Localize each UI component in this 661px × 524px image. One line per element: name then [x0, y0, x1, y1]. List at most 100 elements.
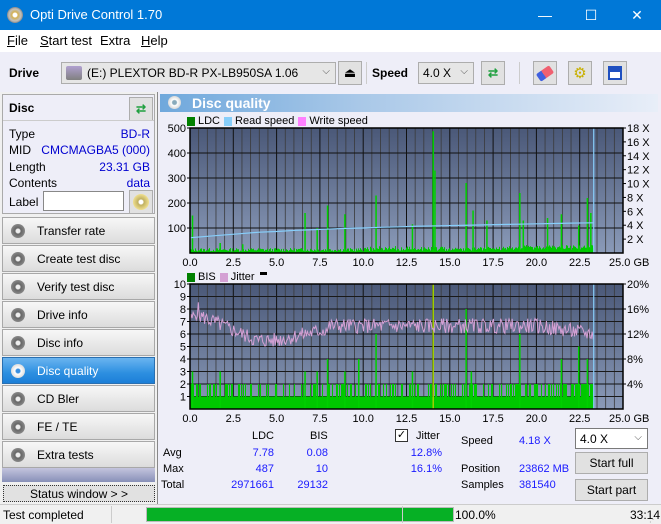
spike-bar: [434, 170, 436, 253]
bar: [265, 396, 266, 409]
minimize-button[interactable]: —: [522, 0, 568, 30]
bar: [548, 384, 549, 409]
label-apply-button[interactable]: [129, 190, 153, 214]
close-button[interactable]: ✕: [614, 0, 660, 30]
bar: [480, 396, 481, 409]
y-tick-label: 7: [180, 317, 186, 329]
bar: [455, 247, 456, 253]
spike-bar: [411, 224, 414, 253]
nav-label: Verify test disc: [37, 279, 115, 294]
disc-refresh-button[interactable]: ⇄: [129, 97, 153, 121]
start-full-button[interactable]: Start full: [575, 452, 648, 474]
y-tick-label: 300: [168, 173, 186, 185]
bar: [544, 396, 545, 409]
bar: [281, 396, 282, 409]
bar: [250, 384, 251, 409]
menu-extra[interactable]: Extra: [100, 33, 130, 48]
nav-disc-info[interactable]: Disc info: [2, 329, 155, 356]
resize-grip-icon[interactable]: ⋰: [649, 515, 657, 524]
bar: [489, 247, 490, 253]
menu-file[interactable]: File: [7, 33, 28, 48]
bar: [417, 384, 418, 409]
nav-label: FE / TE: [37, 419, 78, 434]
eject-button[interactable]: ⏏: [338, 61, 362, 85]
drive-label: Drive: [9, 66, 40, 80]
nav-transfer-rate[interactable]: Transfer rate: [2, 217, 155, 244]
drive-select[interactable]: (E:) PLEXTOR BD-R PX-LB950SA 1.06 ⌵: [61, 62, 336, 84]
nav-extra-tests[interactable]: Extra tests: [2, 441, 155, 468]
bar: [381, 247, 382, 253]
nav-drive-info[interactable]: Drive info: [2, 301, 155, 328]
settings-button[interactable]: ⚙: [568, 61, 592, 85]
speed-select[interactable]: 4.0 X ⌵: [418, 62, 474, 84]
bar: [455, 384, 456, 409]
status-window-button[interactable]: Status window > >: [3, 485, 155, 502]
bar: [582, 247, 583, 253]
bar: [543, 396, 544, 409]
bar: [332, 384, 333, 409]
start-part-button[interactable]: Start part: [575, 479, 648, 501]
bis-chart: 10987654321 20% 16% 12% 8% 4% 0.0 2.5 5.0 7.5 10.0…: [174, 279, 650, 424]
bar: [364, 396, 365, 409]
label-input[interactable]: [43, 191, 124, 211]
bar: [331, 396, 332, 409]
bar: [338, 396, 339, 409]
bar: [480, 247, 481, 253]
max-label: Max: [163, 463, 184, 475]
save-button[interactable]: [603, 61, 627, 85]
bar: [427, 396, 428, 409]
bar: [306, 396, 307, 409]
jitter-checkbox[interactable]: ✓: [395, 429, 408, 442]
nav-fe-te[interactable]: FE / TE: [2, 413, 155, 440]
menu-start-test[interactable]: Start test: [40, 33, 92, 48]
bar: [562, 245, 563, 253]
maximize-button[interactable]: ☐: [568, 0, 614, 30]
y2-tick-label: 8%: [627, 354, 643, 366]
bar: [524, 396, 525, 409]
bar: [239, 384, 240, 409]
menu-help[interactable]: Help: [141, 33, 168, 48]
bar: [434, 396, 435, 409]
nav-create-test-disc[interactable]: Create test disc: [2, 245, 155, 272]
bar: [495, 396, 496, 409]
bar: [407, 396, 408, 409]
bar: [363, 396, 364, 409]
x-tick-label: 7.5: [312, 257, 327, 268]
bar: [557, 396, 558, 409]
bar: [252, 396, 253, 409]
spike-bar: [432, 131, 434, 253]
status-text: Test completed: [3, 508, 84, 522]
bar: [571, 384, 572, 409]
bar: [488, 384, 489, 409]
x-tick-label: 25.0 GB: [609, 413, 649, 424]
bar: [349, 396, 350, 409]
bar: [284, 396, 285, 409]
spike-bar: [522, 220, 525, 253]
bar: [496, 247, 497, 253]
disc-gear-icon: [11, 335, 25, 350]
bar: [365, 384, 366, 409]
nav-disc-quality[interactable]: Disc quality: [2, 357, 155, 384]
spike-bar: [191, 215, 194, 253]
bar: [472, 384, 473, 409]
bar: [289, 384, 290, 409]
erase-button[interactable]: [533, 61, 557, 85]
bar: [515, 247, 516, 253]
bar: [386, 384, 387, 409]
bar: [444, 247, 445, 253]
bar: [207, 384, 208, 409]
bar: [255, 396, 256, 409]
bar: [205, 396, 206, 409]
bar: [566, 245, 567, 253]
y2-tick-label: 18 X: [627, 123, 650, 135]
length-label: Length: [9, 160, 46, 174]
bar: [585, 247, 586, 253]
refresh-button[interactable]: ⇄: [481, 61, 505, 85]
nav-verify-test-disc[interactable]: Verify test disc: [2, 273, 155, 300]
bar: [562, 396, 563, 409]
bar: [313, 384, 314, 409]
bar: [246, 396, 247, 409]
nav-cd-bler[interactable]: CD Bler: [2, 385, 155, 412]
avg-label: Avg: [163, 447, 182, 459]
test-speed-select[interactable]: 4.0 X ⌵: [575, 428, 648, 449]
